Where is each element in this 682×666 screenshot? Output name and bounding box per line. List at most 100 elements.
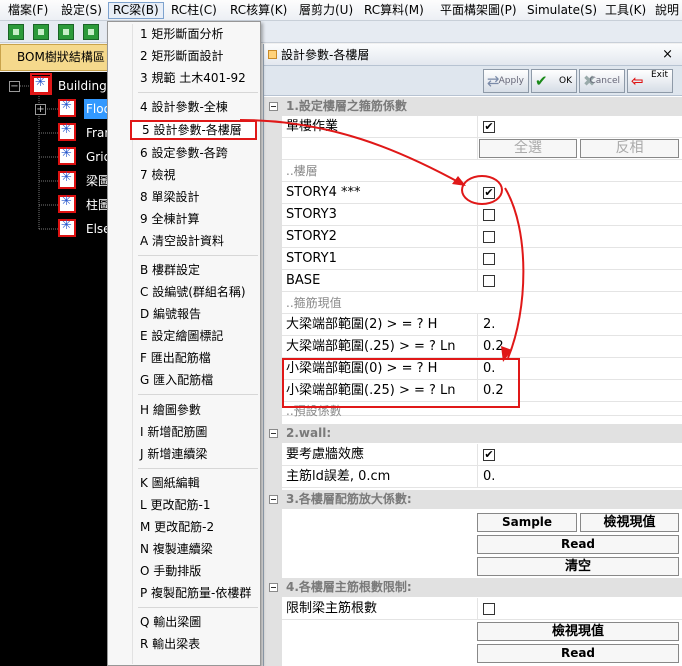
toolbar-icon-4[interactable] [83, 24, 99, 40]
ld-error-value[interactable]: 0. [483, 466, 495, 488]
read-button-2[interactable]: Read [477, 644, 679, 663]
menu-story-shear[interactable]: 層剪力(U) [295, 2, 357, 19]
collapse-icon[interactable] [269, 102, 278, 111]
menu-item-j[interactable]: J 新增連續梁 [140, 444, 207, 464]
menu-plane-frame[interactable]: 平面構架圖(P) [436, 2, 521, 19]
exit-button[interactable]: ⇦ Exit [627, 69, 673, 93]
limit-bars-checkbox[interactable] [483, 603, 495, 615]
menu-item-g[interactable]: G 匯入配筋檔 [140, 370, 213, 390]
annotation-circle-story4 [461, 175, 503, 205]
menu-separator [138, 92, 258, 93]
tree-node-building[interactable]: Building [58, 76, 107, 96]
category-stirrup-coefficients[interactable]: 1.設定樓層之箍筋係數 [264, 97, 682, 116]
tree-panel-tab[interactable]: BOM樹狀結構區 [0, 44, 108, 71]
menu-item-6[interactable]: 6 設定參數-各跨 [140, 143, 228, 163]
menu-item-9[interactable]: 9 全棟計算 [140, 209, 199, 229]
close-icon[interactable]: × [662, 44, 673, 66]
exit-arrow-icon: ⇦ [631, 72, 644, 90]
clear-button[interactable]: 清空 [477, 557, 679, 576]
menu-item-3[interactable]: 3 規範 土木401-92 [140, 68, 246, 88]
read-button[interactable]: Read [477, 535, 679, 554]
menu-tools[interactable]: 工具(K) [601, 2, 650, 19]
menu-item-2[interactable]: 2 矩形斷面設計 [140, 46, 223, 66]
menu-item-8[interactable]: 8 單梁設計 [140, 187, 199, 207]
menu-rc-column[interactable]: RC柱(C) [167, 2, 221, 19]
menu-simulate[interactable]: Simulate(S) [523, 2, 601, 19]
dialog-button-bar: ⇄ Apply ✔ OK ✖ Cancel ⇦ Exit [264, 66, 682, 96]
menu-separator [138, 468, 258, 469]
else-icon [58, 218, 76, 237]
collapse-icon[interactable] [269, 429, 278, 438]
row-label: 主筋ld誤差, 0.cm [286, 469, 391, 484]
menu-item-d[interactable]: D 編號報告 [140, 304, 201, 324]
menu-item-4[interactable]: 4 設計參數-全棟 [140, 97, 228, 117]
menu-item-k[interactable]: K 圖紙編輯 [140, 473, 200, 493]
view-current-button[interactable]: 檢視現值 [580, 513, 679, 532]
row-ld-error: 主筋ld誤差, 0.cm 0. [282, 466, 682, 488]
checkmark-icon: ✔ [535, 72, 548, 90]
sample-button[interactable]: Sample [477, 513, 577, 532]
row-single-story: 單樓作業 ✔ [282, 116, 682, 138]
apply-button[interactable]: ⇄ Apply [483, 69, 529, 93]
row-wall-effect: 要考慮牆效應 ✔ [282, 444, 682, 466]
girder-end-ln-value[interactable]: 0.2 [483, 336, 504, 358]
menu-rc-beam[interactable]: RC梁(B) [108, 2, 164, 19]
menu-item-1[interactable]: 1 矩形斷面分析 [140, 24, 223, 44]
wall-effect-checkbox[interactable]: ✔ [483, 449, 495, 461]
view-current-button-2[interactable]: 檢視現值 [477, 622, 679, 641]
menu-item-o[interactable]: O 手動排版 [140, 561, 201, 581]
category-wall[interactable]: 2.wall: [264, 424, 682, 443]
rc-beam-dropdown-menu: 1 矩形斷面分析 2 矩形斷面設計 3 規範 土木401-92 4 設計參數-全… [107, 21, 261, 666]
tree-expand-icon[interactable]: + [35, 104, 46, 115]
menu-item-a[interactable]: A 清空設計資料 [140, 231, 224, 251]
row-story1: STORY1 [282, 248, 682, 270]
menu-separator [138, 255, 258, 256]
invert-selection-button[interactable]: 反相 [580, 139, 679, 158]
menu-separator [138, 394, 258, 395]
toolbar-icon-2[interactable] [33, 24, 49, 40]
menu-item-r[interactable]: R 輸出梁表 [140, 634, 200, 654]
menu-item-c[interactable]: C 設編號(群組名稱) [140, 282, 246, 302]
story1-checkbox[interactable] [483, 253, 495, 265]
menu-item-q[interactable]: Q 輸出梁圖 [140, 612, 201, 632]
dialog-titlebar: 設計參數-各樓層 × [264, 44, 682, 66]
select-all-button[interactable]: 全選 [479, 139, 577, 158]
menu-item-5-highlighted[interactable]: 5 設計參數-各樓層 [130, 120, 257, 140]
menu-item-b[interactable]: B 樓群設定 [140, 260, 200, 280]
menu-rc-check[interactable]: RC核算(K) [226, 2, 291, 19]
row-label: 單樓作業 [286, 119, 339, 134]
grid-icon [58, 146, 76, 165]
row-label: 大梁端部範圍(2) > = ? H [286, 317, 438, 332]
row-label: STORY1 [286, 251, 337, 266]
menu-item-l[interactable]: L 更改配筋-1 [140, 495, 210, 515]
menu-item-i[interactable]: I 新增配筋圖 [140, 422, 207, 442]
menu-settings[interactable]: 設定(S) [57, 2, 106, 19]
menu-item-n[interactable]: N 複製連續梁 [140, 539, 213, 559]
menu-item-m[interactable]: M 更改配筋-2 [140, 517, 214, 537]
girder-end-h-value[interactable]: 2. [483, 314, 495, 336]
menu-item-p[interactable]: P 複製配筋量-依樓群 [140, 583, 251, 603]
row-story2: STORY2 [282, 226, 682, 248]
base-checkbox[interactable] [483, 275, 495, 287]
toolbar-icon-1[interactable] [8, 24, 24, 40]
menu-rc-quantity[interactable]: RC算料(M) [360, 2, 428, 19]
category-label: 4.各樓層主筋根數限制: [286, 580, 412, 594]
story3-checkbox[interactable] [483, 209, 495, 221]
menu-file[interactable]: 檔案(F) [4, 2, 52, 19]
toolbar-icon-3[interactable] [58, 24, 74, 40]
menu-item-f[interactable]: F 匯出配筋檔 [140, 348, 211, 368]
tree-collapse-icon[interactable]: − [9, 81, 20, 92]
category-bar-count-limit[interactable]: 4.各樓層主筋根數限制: [264, 578, 682, 597]
single-story-checkbox[interactable]: ✔ [483, 121, 495, 133]
story2-checkbox[interactable] [483, 231, 495, 243]
collapse-icon[interactable] [269, 583, 278, 592]
menu-item-e[interactable]: E 設定繪圖標記 [140, 326, 223, 346]
menu-item-7[interactable]: 7 檢視 [140, 165, 175, 185]
collapse-icon[interactable] [269, 495, 278, 504]
ok-button[interactable]: ✔ OK [531, 69, 577, 93]
menu-item-h[interactable]: H 繪圖參數 [140, 400, 201, 420]
category-rebar-amplification[interactable]: 3.各樓層配筋放大係數: [264, 490, 682, 509]
cancel-button[interactable]: ✖ Cancel [579, 69, 625, 93]
row-label: 要考慮牆效應 [286, 447, 365, 462]
menu-help[interactable]: 說明 [651, 2, 682, 19]
